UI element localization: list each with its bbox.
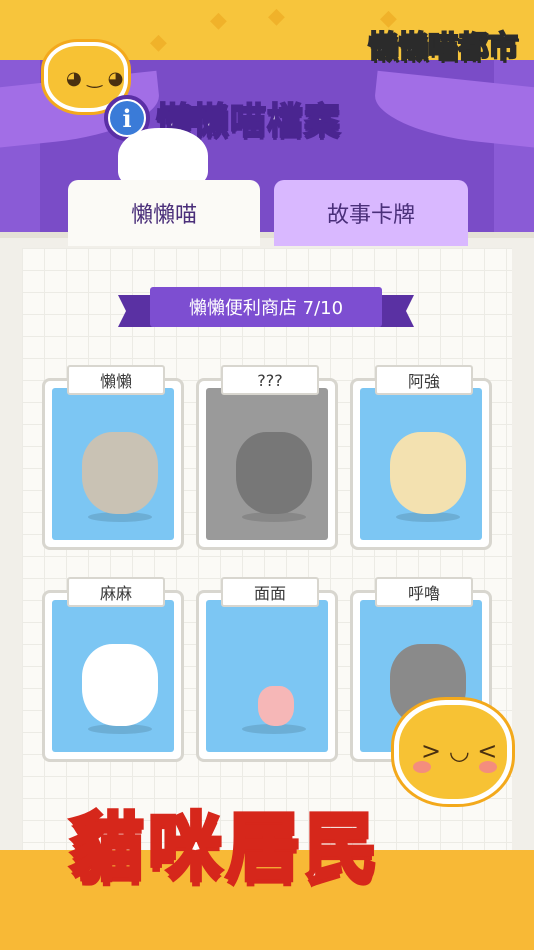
- fish-pattern-icon: ◆: [268, 4, 285, 29]
- tab-story-cards[interactable]: 故事卡牌: [274, 180, 468, 246]
- mascot-face: > ◡ <: [421, 737, 498, 765]
- info-icon-glyph: i: [110, 101, 144, 135]
- section-ribbon: 懶懶便利商店 7/10: [118, 287, 414, 329]
- cat-aqiang-icon: [390, 432, 466, 514]
- brand-logo: 懶懶喵都市: [367, 29, 519, 66]
- fish-pattern-icon: ◆: [150, 30, 167, 55]
- cat-card-image: [206, 600, 328, 752]
- tab-lazy-cats[interactable]: 懶懶喵: [68, 180, 260, 246]
- promo-headline: 貓咪居民: [68, 803, 382, 893]
- cat-card-image-locked: [206, 388, 328, 540]
- cat-card[interactable]: 麻麻: [42, 577, 184, 762]
- cat-card[interactable]: 阿強: [350, 365, 492, 550]
- cat-card-name: 麻麻: [67, 577, 165, 607]
- cat-mianmian-icon: [258, 686, 294, 726]
- cat-card-name: 懶懶: [67, 365, 165, 395]
- cat-card-name: 呼嚕: [375, 577, 473, 607]
- tab-lazy-cats-label: 懶懶喵: [130, 203, 197, 228]
- cat-card[interactable]: 面面: [196, 577, 338, 762]
- cat-card-image: [52, 388, 174, 540]
- tab-story-cards-label: 故事卡牌: [326, 203, 415, 228]
- top-hat-icon: [174, 106, 200, 128]
- locked-cat-silhouette-icon: [236, 432, 312, 514]
- mascot-face: ◕ ‿ ◕: [66, 68, 124, 89]
- cat-card[interactable]: ???: [196, 365, 338, 550]
- cat-card-image: [52, 600, 174, 752]
- cat-lanlan-icon: [82, 432, 158, 514]
- cat-mama-icon: [82, 644, 158, 726]
- ribbon-label: 懶懶便利商店 7/10: [150, 287, 382, 327]
- fish-pattern-icon: ◆: [210, 8, 227, 33]
- cat-card-name: 阿強: [375, 365, 473, 395]
- mascot-cat-icon: > ◡ <: [394, 700, 512, 804]
- cat-card-name: ???: [221, 365, 319, 395]
- cat-card-name: 面面: [221, 577, 319, 607]
- cat-card[interactable]: 懶懶: [42, 365, 184, 550]
- cat-card-image: [360, 388, 482, 540]
